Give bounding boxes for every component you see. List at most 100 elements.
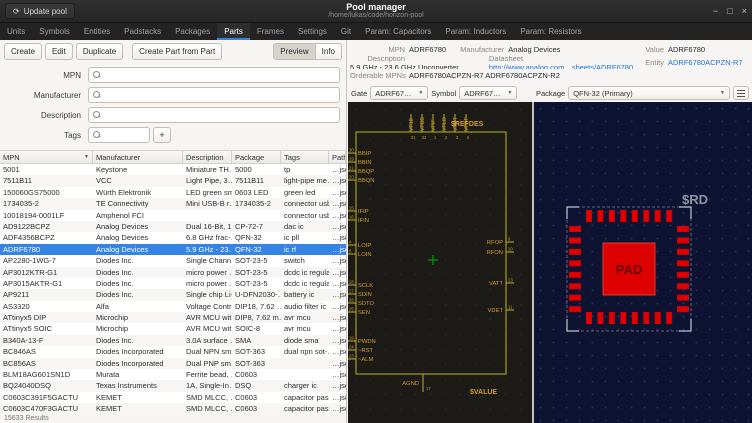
tab-units[interactable]: Units bbox=[0, 23, 32, 40]
datasheet-link[interactable]: http://www.analog.com…sheets/ADRF6780.pd… bbox=[489, 63, 634, 70]
tab-param-resistors[interactable]: Param: Resistors bbox=[513, 23, 588, 40]
column-header-mpn[interactable]: MPN ▼ bbox=[0, 151, 93, 163]
info-tab-button[interactable]: Info bbox=[316, 43, 342, 60]
package-options-button[interactable] bbox=[733, 86, 749, 100]
svg-text:3: 3 bbox=[456, 135, 459, 140]
table-row[interactable]: AP3012KTR-G1Diodes Inc.micro power …SOT-… bbox=[0, 267, 346, 278]
preview-tab-button[interactable]: Preview bbox=[273, 43, 315, 60]
entity-link[interactable]: ADRF6780ACPZN-R7 bbox=[668, 58, 743, 67]
gate-label: Gate bbox=[351, 89, 367, 98]
search-filters: MPN Manufacturer Description Tags + bbox=[0, 65, 340, 145]
column-header-package[interactable]: Package bbox=[232, 151, 281, 163]
svg-text:BBIP: BBIP bbox=[358, 151, 371, 157]
tab-settings[interactable]: Settings bbox=[291, 23, 334, 40]
column-header-label: MPN bbox=[3, 153, 20, 162]
table-row[interactable]: AP2280-1WG-7Diodes Inc.Single Chann…SOT-… bbox=[0, 255, 346, 266]
table-row[interactable]: C0603C391F5GACTUKEMETSMD MLCC, …C0603cap… bbox=[0, 392, 346, 403]
table-row[interactable]: AP3015AKTR-G1Diodes Inc.micro power …SOT… bbox=[0, 278, 346, 289]
svg-text:5: 5 bbox=[467, 135, 470, 140]
table-row[interactable]: BLM18AG601SN1DMurataFerrite bead, …C0603… bbox=[0, 369, 346, 380]
table-row[interactable]: ADRF6780Analog Devices5.9 GHz - 23…QFN-3… bbox=[0, 244, 346, 255]
svg-text:20: 20 bbox=[349, 175, 354, 180]
mpn-field: MPNADRF6780 bbox=[350, 45, 446, 54]
table-row[interactable]: 150060GS75000Würth ElektronikLED green s… bbox=[0, 187, 346, 198]
svg-text:VP18: VP18 bbox=[409, 118, 415, 131]
table-row[interactable]: B340A-13-FDiodes Inc.3.0A surface …SMAdi… bbox=[0, 335, 346, 346]
table-row[interactable]: BC846ASDiodes IncorporatedDual NPN sm…SO… bbox=[0, 346, 346, 357]
manufacturer-field: ManufacturerAnalog Devices bbox=[460, 45, 560, 54]
tab-param-inductors[interactable]: Param: Inductors bbox=[438, 23, 513, 40]
description-search-input[interactable] bbox=[88, 107, 340, 123]
svg-text:IFIN: IFIN bbox=[358, 218, 369, 224]
svg-text:LOIP: LOIP bbox=[358, 243, 371, 249]
maximize-icon[interactable]: □ bbox=[727, 7, 732, 16]
info-row-2: Description5.9 GHz - 23.6 GHz Upconverte… bbox=[350, 56, 746, 69]
table-row[interactable]: 7511B11VCCLight Pipe, 3…7511B11light-pip… bbox=[0, 175, 346, 186]
symbol-preview-canvas[interactable]: $REFDES$VALUEVP1831VPBB32VPIF1VPLO2VPDT3… bbox=[348, 102, 532, 423]
preview-canvases: $REFDES$VALUEVP1831VPBB32VPIF1VPLO2VPDT3… bbox=[348, 102, 752, 423]
table-row[interactable]: AS3320AlfaVoltage Contr…DIP18, 7.62 …aud… bbox=[0, 301, 346, 312]
table-row[interactable]: ADF4356BCPZAnalog Devices6.8 GHz frac-…Q… bbox=[0, 232, 346, 243]
svg-text:RFON: RFON bbox=[487, 250, 503, 256]
svg-text:6: 6 bbox=[349, 249, 352, 254]
table-row[interactable]: C0603C470F3GACTUKEMETSMD MLCC, …C0603cap… bbox=[0, 403, 346, 414]
results-count: 15633 Results bbox=[4, 415, 49, 422]
minimize-icon[interactable]: − bbox=[713, 7, 718, 16]
window-titles: Pool manager /home/lukas/code/horizon-po… bbox=[0, 2, 752, 20]
tab-param-capacitors[interactable]: Param: Capacitors bbox=[358, 23, 438, 40]
column-header-description[interactable]: Description bbox=[183, 151, 232, 163]
svg-text:SCLK: SCLK bbox=[358, 283, 373, 289]
mpn-filter-label: MPN bbox=[0, 71, 88, 80]
svg-text:9: 9 bbox=[508, 237, 511, 242]
tab-git[interactable]: Git bbox=[334, 23, 358, 40]
svg-text:30: 30 bbox=[349, 148, 354, 153]
tab-packages[interactable]: Packages bbox=[168, 23, 217, 40]
mpn-search-input[interactable] bbox=[88, 67, 340, 83]
table-row[interactable]: 1734035-2TE ConnectivityMini USB-B r…173… bbox=[0, 198, 346, 209]
duplicate-button[interactable]: Duplicate bbox=[76, 43, 123, 60]
svg-text:VATT: VATT bbox=[489, 281, 503, 287]
svg-text:SEN: SEN bbox=[358, 310, 370, 316]
column-header-tags[interactable]: Tags bbox=[281, 151, 329, 163]
table-row[interactable]: AD9122BCPZAnalog DevicesDual 16-Bit, 1…C… bbox=[0, 221, 346, 232]
create-button[interactable]: Create bbox=[4, 43, 42, 60]
add-tag-button[interactable]: + bbox=[153, 127, 171, 143]
table-row[interactable]: ATtinyx5 DIPMicrochipAVR MCU wit…DIP8, 7… bbox=[0, 312, 346, 323]
description-filter-label: Description bbox=[0, 111, 88, 120]
table-row[interactable]: 10018194-0001LFAmphenol FCIconnector usb… bbox=[0, 210, 346, 221]
svg-text:BBIN: BBIN bbox=[358, 160, 372, 166]
tab-symbols[interactable]: Symbols bbox=[32, 23, 77, 40]
tab-parts[interactable]: Parts bbox=[217, 23, 250, 40]
column-header-manufacturer[interactable]: Manufacturer bbox=[93, 151, 183, 163]
parts-table-header: MPN ▼ ManufacturerDescriptionPackageTagsPa… bbox=[0, 151, 346, 164]
table-row[interactable]: ATtinyx5 SOICMicrochipAVR MCU wit…SOIC-8… bbox=[0, 323, 346, 334]
tab-frames[interactable]: Frames bbox=[250, 23, 291, 40]
tab-entities[interactable]: Entities bbox=[77, 23, 117, 40]
create-part-from-part-button[interactable]: Create Part from Part bbox=[132, 43, 222, 60]
value-field: ValueADRF6780 bbox=[634, 45, 746, 54]
package-label: Package bbox=[536, 89, 565, 98]
sort-indicator: ▼ bbox=[82, 154, 89, 160]
tags-search-input[interactable] bbox=[88, 127, 150, 143]
part-info-panel: MPNADRF6780 ManufacturerAnalog Devices V… bbox=[348, 40, 752, 84]
column-header-path[interactable]: Path bbox=[329, 151, 346, 163]
update-pool-button[interactable]: ⟳ Update pool bbox=[5, 3, 75, 19]
tags-filter-row: Tags + bbox=[0, 125, 340, 145]
package-combobox[interactable]: QFN-32 (Primary)▼ bbox=[568, 86, 730, 100]
symbol-combobox[interactable]: ADRF67…▼ bbox=[459, 86, 517, 100]
edit-button[interactable]: Edit bbox=[45, 43, 73, 60]
svg-text:10: 10 bbox=[508, 247, 513, 252]
table-row[interactable]: 5001KeystoneMiniature TH…5000tp…json bbox=[0, 164, 346, 175]
svg-text:~ALM: ~ALM bbox=[358, 357, 373, 363]
table-row[interactable]: BQ24040DSQTexas Instruments1A, Single-In… bbox=[0, 380, 346, 391]
table-row[interactable]: AP9211Diodes Inc.Single chip Li-…U-DFN20… bbox=[0, 289, 346, 300]
gate-combobox[interactable]: ADRF67…▼ bbox=[370, 86, 428, 100]
manufacturer-search-input[interactable] bbox=[88, 87, 340, 103]
table-row[interactable]: BC856ASDiodes IncorporatedDual PNP sm…SO… bbox=[0, 358, 346, 369]
package-preview-canvas[interactable]: PAD$RD bbox=[534, 102, 752, 423]
tab-padstacks[interactable]: Padstacks bbox=[117, 23, 168, 40]
info-row-3: Orderable MPNsADRF6780ACPZN-R7 ADRF6780A… bbox=[350, 69, 746, 82]
svg-text:15: 15 bbox=[349, 206, 354, 211]
column-header-label: Path bbox=[332, 153, 346, 162]
close-icon[interactable]: × bbox=[742, 7, 747, 16]
